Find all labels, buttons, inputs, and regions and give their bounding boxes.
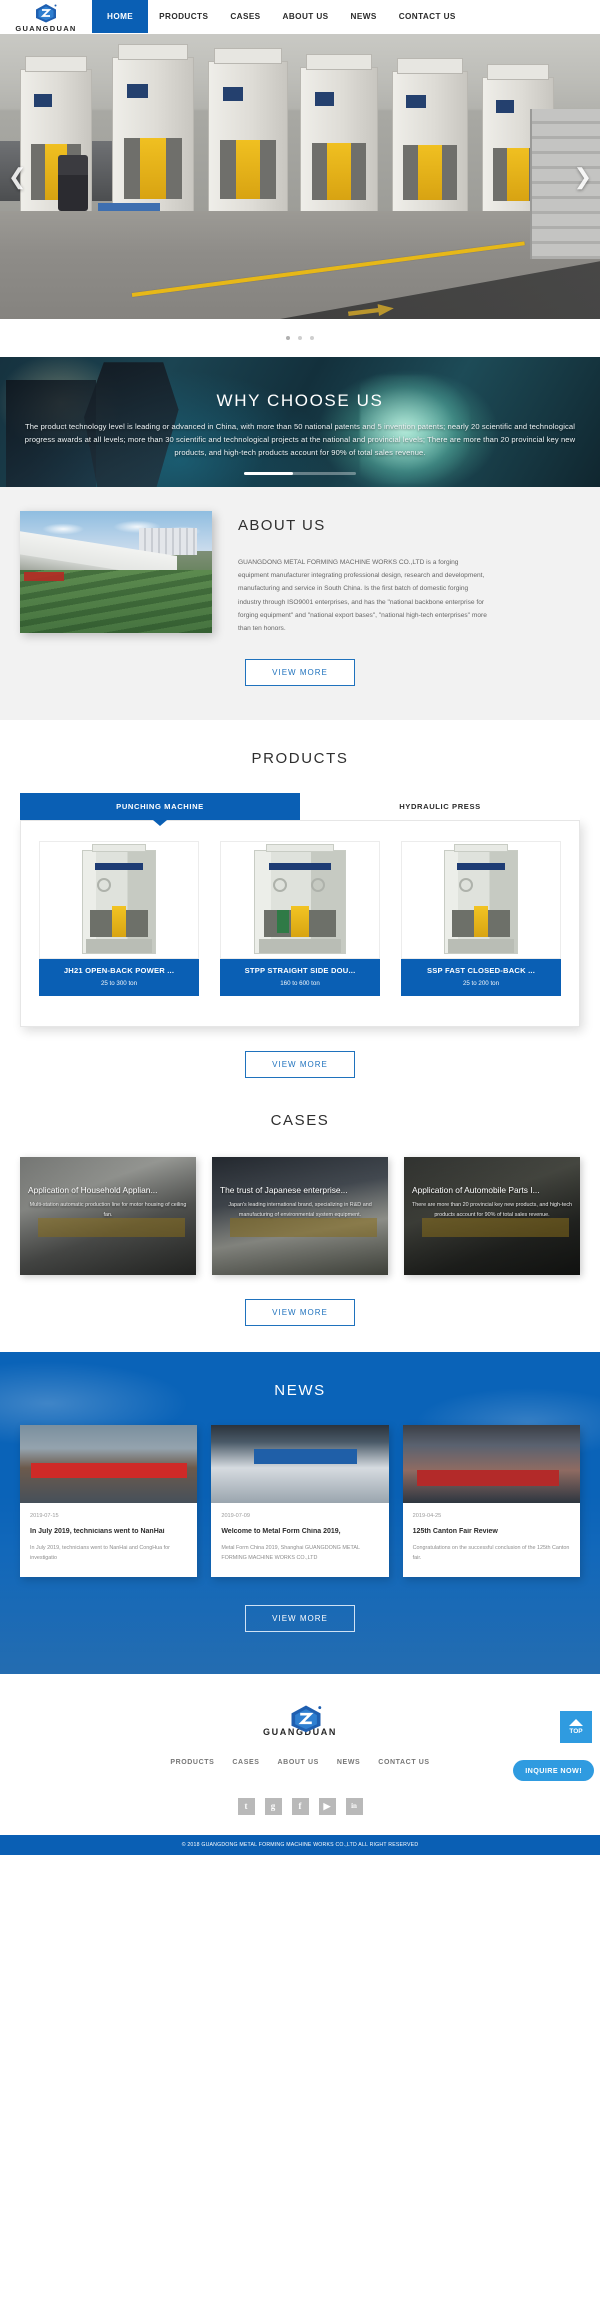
about-us-title: ABOUT US [238,517,326,534]
nav-item-about-us[interactable]: ABOUT US [272,0,340,33]
product-card[interactable]: SSP FAST CLOSED-BACK ... 25 to 200 ton [401,841,561,997]
why-choose-us-body: The product technology level is leading … [24,422,576,458]
product-image [39,841,199,960]
products-view-more-button[interactable]: VIEW MORE [245,1051,355,1079]
products-section: PRODUCTS PUNCHING MACHINE HYDRAULIC PRES… [0,720,600,1079]
about-us-section: ABOUT US GUANGDONG METAL FORMING MACHINE… [0,487,600,721]
footer-link-cases[interactable]: CASES [232,1759,259,1766]
case-title: Application of Automobile Parts I... [412,1185,540,1196]
case-desc: There are more than 20 provincial key ne… [412,1202,573,1219]
nav-item-home[interactable]: HOME [92,0,149,33]
cases-view-more-button[interactable]: VIEW MORE [245,1299,355,1327]
hero-banner: ❮ ❯ [0,34,600,319]
site-logo[interactable]: GUANGDUAN [0,0,92,33]
tab-hydraulic-press[interactable]: HYDRAULIC PRESS [300,793,580,821]
products-title: PRODUCTS [251,750,349,768]
news-excerpt: Metal Form China 2019, Shanghai GUANGDON… [221,1545,360,1562]
tab-punching-machine[interactable]: PUNCHING MACHINE [20,793,300,821]
chevron-up-icon [569,1718,583,1726]
footer-link-products[interactable]: PRODUCTS [170,1759,214,1766]
hero-dot-3[interactable] [310,336,314,340]
why-choose-us-section: WHY CHOOSE US The product technology lev… [0,357,600,487]
twitter-icon[interactable]: t [237,1797,255,1815]
news-headline: 125th Canton Fair Review [412,1528,498,1536]
news-date: 2019-04-25 [412,1513,442,1520]
nav-item-contact-us[interactable]: CONTACT US [388,0,467,33]
social-links: t g f ▶ in [0,1797,600,1815]
products-panel: JH21 OPEN-BACK POWER ... 25 to 300 ton S… [20,820,580,1028]
product-image [220,841,380,960]
main-nav: HOME PRODUCTS CASES ABOUT US NEWS CONTAC… [92,0,600,33]
news-excerpt: In July 2019, technicians went to NanHai… [30,1545,170,1562]
news-card[interactable]: 2019-04-25 125th Canton Fair Review Cong… [402,1425,580,1577]
about-view-more-button[interactable]: VIEW MORE [245,659,355,687]
product-image [401,841,561,960]
news-view-more-button[interactable]: VIEW MORE [245,1604,355,1632]
footer-links: PRODUCTS CASES ABOUT US NEWS CONTACT US [0,1759,600,1766]
about-factory-photo [20,511,212,633]
google-plus-icon[interactable]: g [264,1797,282,1815]
case-card[interactable]: Application of Automobile Parts I... The… [404,1157,580,1276]
news-thumbnail [211,1425,389,1504]
nav-item-news[interactable]: NEWS [340,0,388,33]
inquire-now-button[interactable]: INQUIRE NOW! [513,1759,594,1781]
news-thumbnail [20,1425,198,1504]
nav-item-cases[interactable]: CASES [219,0,271,33]
homepage: GUANGDUAN HOME PRODUCTS CASES ABOUT US N… [0,0,600,1855]
product-spec: 25 to 200 ton [462,980,500,988]
youtube-icon[interactable]: ▶ [318,1797,336,1815]
case-title: Application of Household Applian... [28,1185,158,1196]
news-excerpt: Congratulations on the successful conclu… [412,1545,570,1562]
news-title: NEWS [274,1382,326,1400]
footer-link-news[interactable]: NEWS [337,1759,360,1766]
footer-link-about-us[interactable]: ABOUT US [278,1759,319,1766]
cases-title: CASES [270,1112,330,1130]
back-to-top-label: TOP [569,1727,583,1735]
product-title: JH21 OPEN-BACK POWER ... [63,966,175,976]
news-headline: In July 2019, technicians went to NanHai [30,1528,165,1536]
case-title: The trust of Japanese enterprise... [220,1185,348,1196]
hero-next-arrow-icon[interactable]: ❯ [574,165,592,188]
product-title: STPP STRAIGHT SIDE DOU... [244,966,356,976]
news-date: 2019-07-09 [221,1513,250,1520]
case-card[interactable]: Application of Household Applian... Mult… [20,1157,196,1276]
site-header: GUANGDUAN HOME PRODUCTS CASES ABOUT US N… [0,0,600,34]
hero-prev-arrow-icon[interactable]: ❮ [8,165,26,188]
cases-section: CASES Application of Household Applian..… [0,1078,600,1353]
news-card[interactable]: 2019-07-15 In July 2019, technicians wen… [20,1425,198,1577]
footer-link-contact-us[interactable]: CONTACT US [378,1759,429,1766]
logo-wordmark: GUANGDUAN [15,23,77,33]
news-date: 2019-07-15 [30,1513,59,1520]
news-section: 广东锻压 NEWS 2019-07-15 In July 2019, techn… [0,1352,600,1674]
case-card[interactable]: The trust of Japanese enterprise... Japa… [212,1157,388,1276]
case-desc: Japan's leading international brand, spe… [228,1202,372,1219]
back-to-top-button[interactable]: TOP [560,1710,592,1743]
copyright-bar: © 2018 GUANGDONG METAL FORMING MACHINE W… [0,1834,600,1855]
guangduan-logo-icon [33,3,59,23]
hero-dot-1[interactable] [286,336,290,340]
news-card[interactable]: 2019-07-09 Welcome to Metal Form China 2… [211,1425,389,1577]
hero-image [0,34,600,319]
case-desc: Multi-station automatic production line … [29,1202,187,1219]
product-card[interactable]: JH21 OPEN-BACK POWER ... 25 to 300 ton [39,841,199,997]
site-footer: GUANGDUAN PRODUCTS CASES ABOUT US NEWS C… [0,1673,600,1835]
nav-item-products[interactable]: PRODUCTS [148,0,219,33]
about-us-body: GUANGDONG METAL FORMING MACHINE WORKS CO… [238,559,487,632]
why-choose-us-title: WHY CHOOSE US [216,391,384,410]
products-tabs: PUNCHING MACHINE HYDRAULIC PRESS [20,793,580,821]
footer-logo-icon [287,1704,322,1732]
why-progress-bar [244,472,356,475]
hero-pagination-dots [0,319,600,357]
product-title: SSP FAST CLOSED-BACK ... [426,966,536,976]
hero-dot-2[interactable] [298,336,302,340]
news-headline: Welcome to Metal Form China 2019, [221,1528,341,1536]
product-spec: 160 to 600 ton [280,980,320,988]
facebook-icon[interactable]: f [291,1797,309,1815]
linkedin-icon[interactable]: in [345,1797,363,1815]
product-spec: 25 to 300 ton [100,980,138,988]
news-thumbnail [402,1425,580,1504]
product-card[interactable]: STPP STRAIGHT SIDE DOU... 160 to 600 ton [220,841,380,997]
